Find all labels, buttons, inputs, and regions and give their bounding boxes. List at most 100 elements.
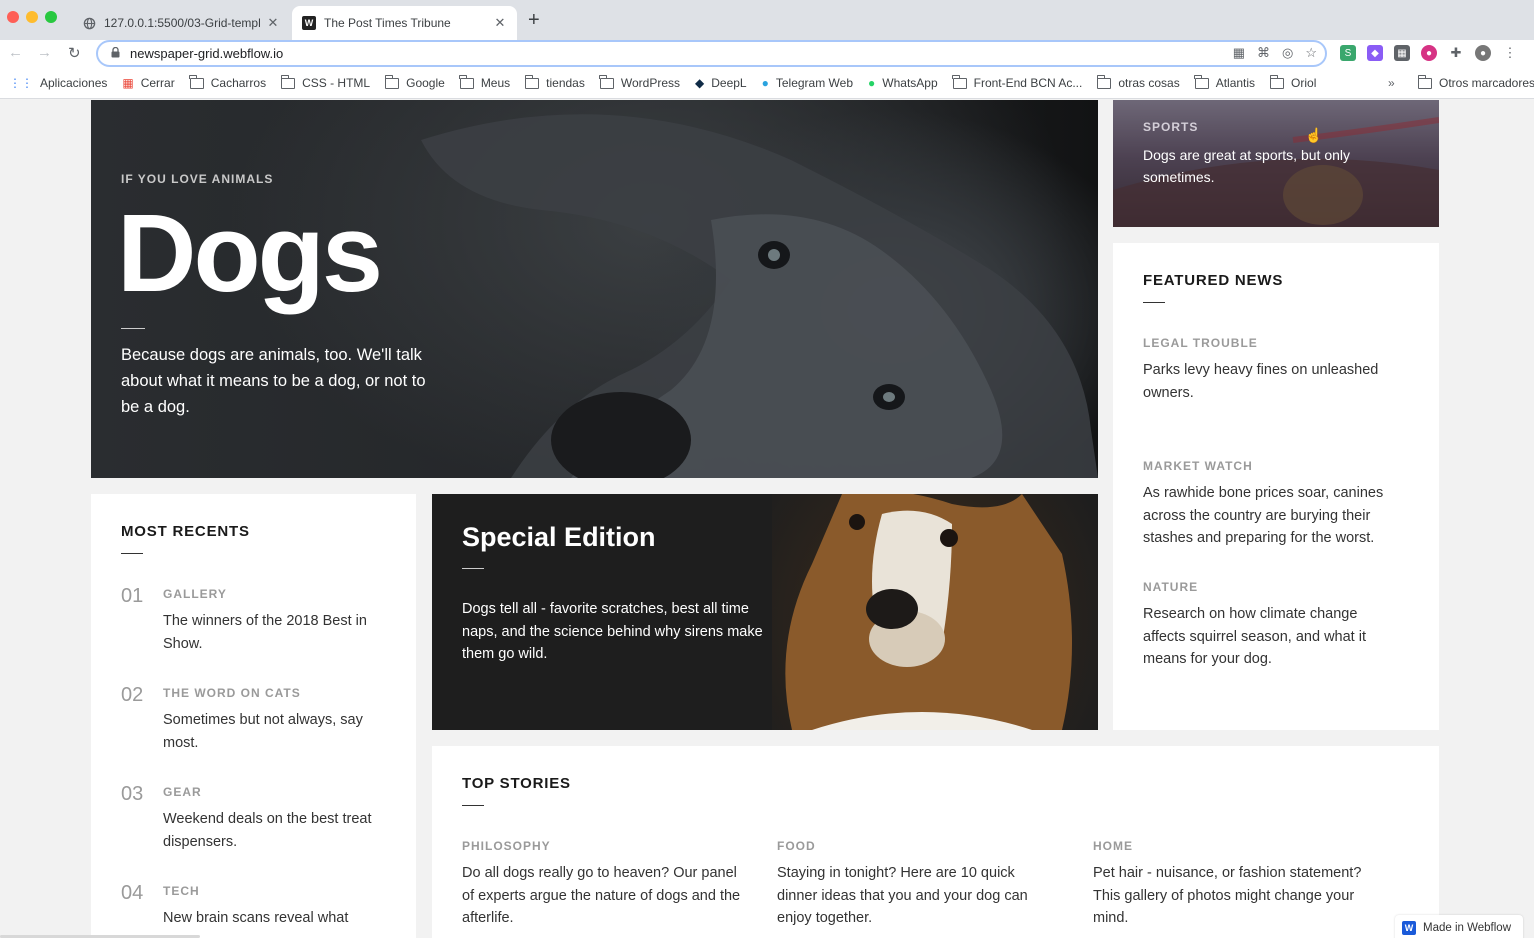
recent-item-category: GALLERY (163, 587, 227, 601)
bookmarks-overflow-button[interactable]: » (1388, 76, 1395, 90)
close-tab-icon[interactable]: ✕ (264, 15, 282, 31)
folder-icon (952, 74, 967, 89)
story-category: PHILOSOPHY (462, 839, 551, 853)
bookmark-item[interactable]: Meus (459, 74, 510, 90)
bookmark-item[interactable]: WordPress (599, 74, 680, 90)
bookmark-item[interactable]: Atlantis (1194, 74, 1255, 90)
bookmark-item[interactable]: Cacharros (189, 74, 266, 90)
story-category: FOOD (777, 839, 816, 853)
featured-item-category: MARKET WATCH (1143, 459, 1253, 473)
deepl-icon: ◆ (695, 76, 705, 90)
extensions-puzzle-icon[interactable]: ✚ (1448, 45, 1464, 61)
recent-item-category: TECH (163, 884, 200, 898)
bookmark-star-icon[interactable]: ☆ (1305, 45, 1317, 61)
apps-grid-icon: ⋮⋮ (9, 76, 33, 90)
extension-color-icon[interactable]: ● (1421, 45, 1437, 61)
made-in-webflow-badge[interactable]: W Made in Webflow (1395, 915, 1523, 938)
telegram-icon: ● (761, 76, 769, 90)
forward-arrow-icon[interactable]: → (37, 44, 52, 61)
special-edition-card[interactable]: Special Edition Dogs tell all - favorite… (432, 494, 1098, 730)
extension-s-icon[interactable]: S (1340, 45, 1356, 61)
bookmarks-bar: ⋮⋮ Aplicaciones ▦ Cerrar Cacharros CSS - H… (0, 68, 1534, 99)
story-headline[interactable]: Pet hair - nuisance, or fashion statemen… (1093, 862, 1378, 930)
folder-icon (1417, 74, 1432, 89)
item-number: 01 (121, 585, 144, 607)
close-tab-icon[interactable]: ✕ (491, 15, 509, 31)
item-number: 02 (121, 684, 144, 706)
bookmark-item[interactable]: ◆ DeepL (695, 76, 747, 90)
page-content: IF YOU LOVE ANIMALS Dogs Because dogs ar… (0, 100, 1534, 938)
badge-label: Made in Webflow (1423, 922, 1511, 934)
bookmark-item[interactable]: otras cosas (1096, 74, 1180, 90)
top-stories-card: TOP STORIES PHILOSOPHY Do all dogs reall… (432, 746, 1439, 938)
item-number: 03 (121, 783, 144, 805)
profile-avatar-icon[interactable]: ● (1475, 45, 1491, 61)
recent-item-category: GEAR (163, 785, 202, 799)
address-bar[interactable]: newspaper-grid.webflow.io ▦ ⌘ ◎ ☆ (96, 40, 1327, 67)
folder-icon (524, 74, 540, 89)
sports-headline[interactable]: Dogs are great at sports, but only somet… (1143, 144, 1383, 188)
recent-item-headline[interactable]: New brain scans reveal what (163, 907, 388, 930)
most-recents-card: MOST RECENTS 01 GALLERY The winners of t… (91, 494, 416, 938)
story-headline[interactable]: Staying in tonight? Here are 10 quick di… (777, 862, 1047, 930)
divider (462, 805, 484, 806)
recent-item-headline[interactable]: Sometimes but not always, say most. (163, 709, 388, 754)
url-text[interactable]: newspaper-grid.webflow.io (130, 46, 283, 61)
maximize-window-button[interactable] (45, 11, 57, 23)
special-edition-title[interactable]: Special Edition (462, 522, 656, 553)
browser-tab[interactable]: 127.0.0.1:5500/03-Grid-templ ✕ (72, 6, 290, 40)
story-category: HOME (1093, 839, 1133, 853)
sports-card[interactable]: SPORTS Dogs are great at sports, but onl… (1113, 100, 1439, 227)
featured-item-category: LEGAL TROUBLE (1143, 336, 1258, 350)
featured-item-headline[interactable]: Research on how climate change affects s… (1143, 603, 1403, 671)
qr-code-icon[interactable]: ▦ (1233, 45, 1245, 61)
lock-icon (111, 46, 120, 61)
featured-item-headline[interactable]: As rawhide bone prices soar, canines acr… (1143, 482, 1413, 550)
new-tab-button[interactable]: + (528, 10, 540, 30)
hero-title[interactable]: Dogs (117, 190, 383, 317)
featured-news-card: FEATURED NEWS LEGAL TROUBLE Parks levy h… (1113, 243, 1439, 730)
featured-title: FEATURED NEWS (1143, 272, 1284, 289)
bookmark-item[interactable]: ⋮⋮ Aplicaciones (9, 76, 107, 90)
tab-title: The Post Times Tribune (324, 16, 451, 30)
recent-item-headline[interactable]: The winners of the 2018 Best in Show. (163, 610, 388, 655)
extension-grid-icon[interactable]: ▦ (1394, 45, 1410, 61)
eye-off-icon[interactable]: ◎ (1282, 45, 1293, 61)
divider (1143, 302, 1165, 303)
globe-icon (82, 16, 96, 30)
recent-item-headline[interactable]: Weekend deals on the best treat dispense… (163, 808, 388, 853)
story-headline[interactable]: Do all dogs really go to heaven? Our pan… (462, 862, 747, 930)
other-bookmarks[interactable]: Otros marcadores (1417, 74, 1534, 90)
close-window-button[interactable] (7, 11, 19, 23)
folder-icon (1194, 74, 1209, 89)
bookmark-item[interactable]: Front-End BCN Ac... (952, 74, 1082, 90)
featured-item-headline[interactable]: Parks levy heavy fines on unleashed owne… (1143, 359, 1403, 404)
divider (121, 328, 145, 329)
bookmark-item[interactable]: Google (384, 74, 445, 90)
grid-icon: ▦ (122, 76, 134, 90)
menu-kebab-icon[interactable]: ⋮ (1502, 45, 1518, 61)
special-edition-description: Dogs tell all - favorite scratches, best… (462, 601, 763, 662)
bookmark-item[interactable]: Oriol (1269, 74, 1316, 90)
bookmark-item[interactable]: ● WhatsApp (868, 76, 938, 90)
extension-purple-icon[interactable]: ◆ (1367, 45, 1383, 61)
browser-tab-bar: 127.0.0.1:5500/03-Grid-templ ✕ W The Pos… (0, 0, 1534, 40)
back-arrow-icon[interactable]: ← (8, 44, 23, 61)
folder-icon (599, 74, 614, 89)
minimize-window-button[interactable] (26, 11, 38, 23)
hero-description: Because dogs are animals, too. We'll tal… (121, 346, 426, 416)
browser-tab-active[interactable]: W The Post Times Tribune ✕ (292, 6, 517, 40)
bookmark-item[interactable]: tiendas (524, 74, 585, 90)
folder-icon (1269, 74, 1285, 89)
hero-card[interactable]: IF YOU LOVE ANIMALS Dogs Because dogs ar… (91, 100, 1098, 478)
bookmark-item[interactable]: ▦ Cerrar (122, 76, 174, 90)
translate-icon[interactable]: ⌘ (1257, 45, 1270, 61)
folder-icon (189, 74, 204, 89)
bookmark-item[interactable]: CSS - HTML (280, 74, 370, 90)
reload-icon[interactable]: ↻ (68, 44, 81, 62)
bookmark-item[interactable]: ● Telegram Web (762, 76, 853, 90)
browser-toolbar: ← → ↻ newspaper-grid.webflow.io ▦ ⌘ ◎ ☆ … (0, 40, 1534, 68)
divider (462, 568, 484, 569)
folder-icon (1096, 74, 1112, 89)
sports-eyebrow: SPORTS (1143, 120, 1199, 134)
